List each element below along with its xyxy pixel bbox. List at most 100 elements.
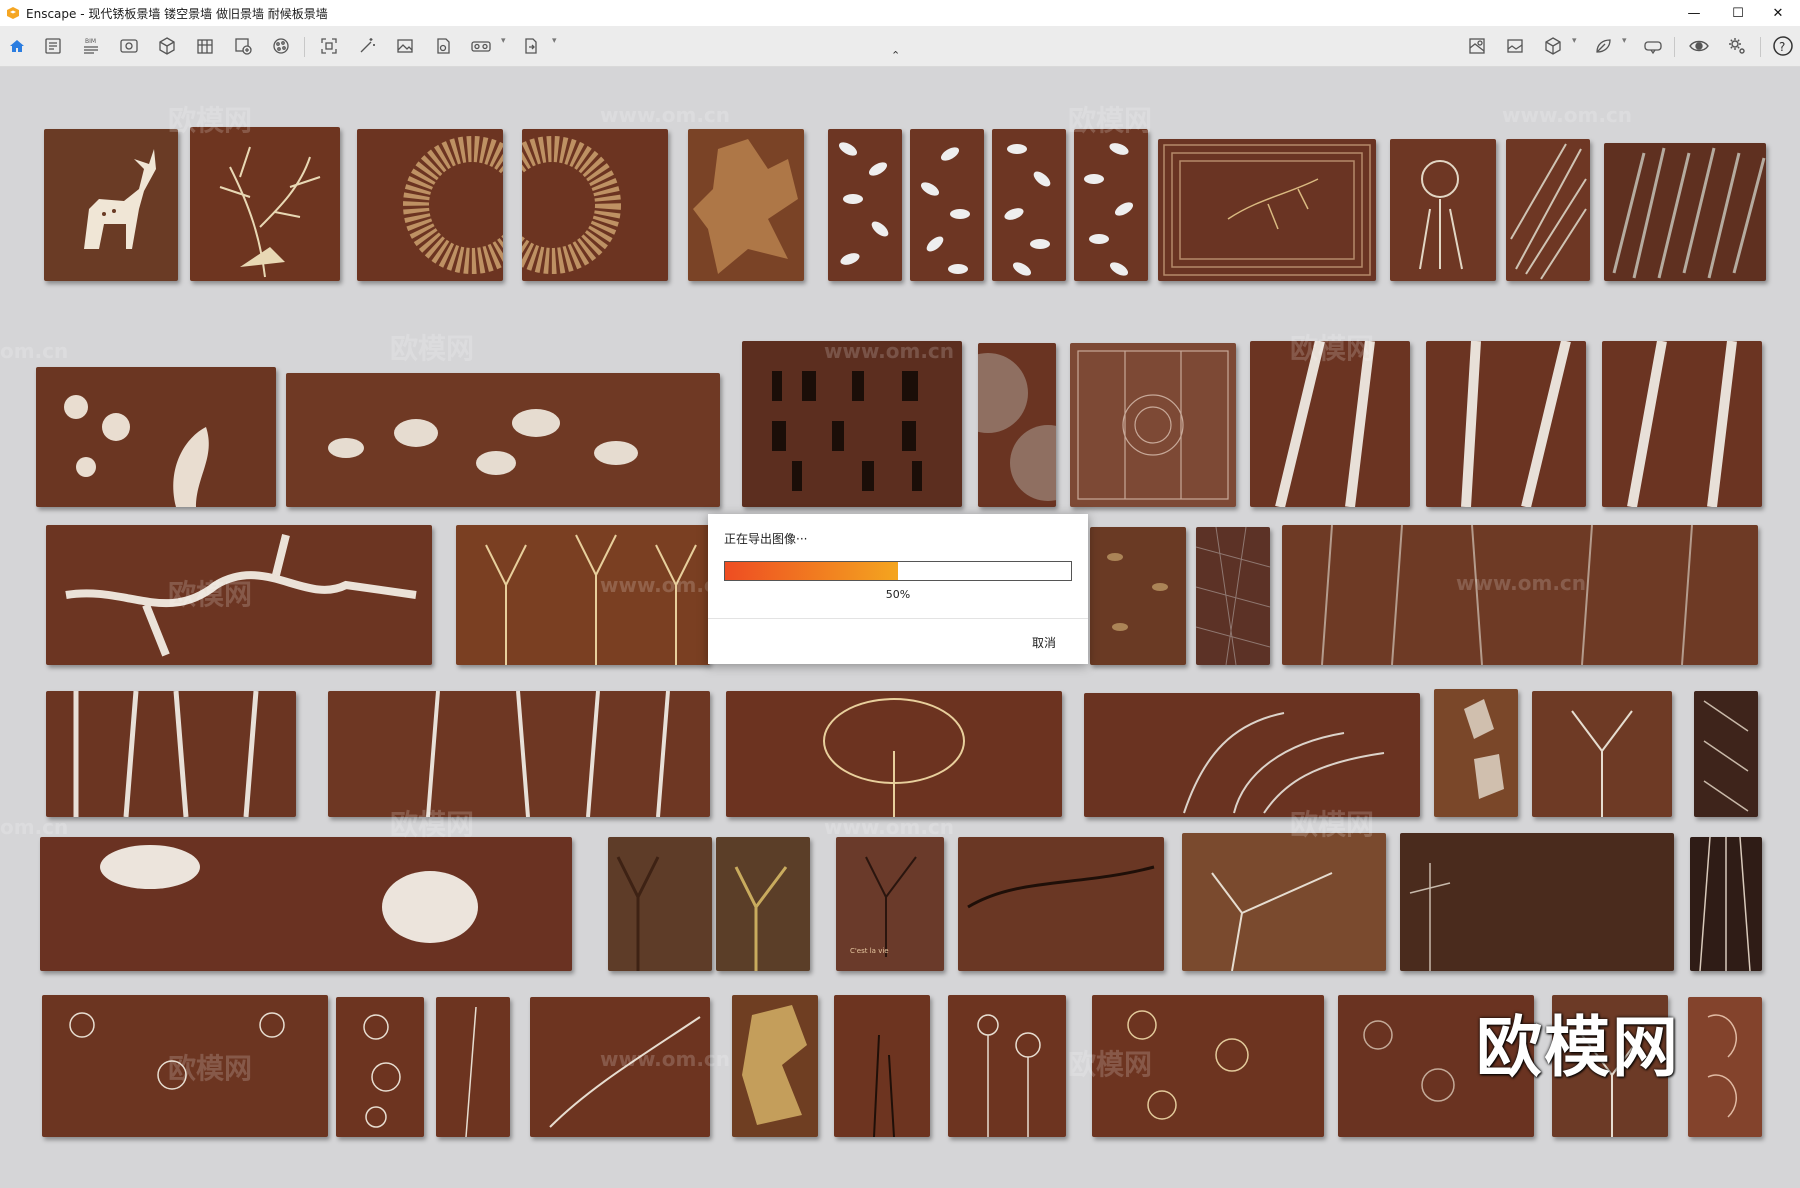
watermark: om.cn	[0, 815, 69, 839]
export-icon	[525, 38, 537, 54]
headset-button[interactable]	[1640, 34, 1666, 58]
panel-stripes	[1604, 143, 1766, 281]
export-dropdown-caret[interactable]: ▾	[552, 36, 557, 46]
home-button[interactable]	[4, 34, 30, 58]
panel-flower-spray	[436, 997, 510, 1137]
view-button[interactable]	[116, 34, 142, 58]
headset-icon	[1644, 41, 1662, 55]
eye-icon	[120, 39, 138, 53]
magic-button[interactable]	[354, 34, 380, 58]
bim-button[interactable]: BIM	[78, 34, 104, 58]
panel-ornament	[1070, 343, 1236, 507]
box-button[interactable]	[1540, 34, 1566, 58]
panel-birches	[46, 691, 296, 817]
panel-birch-set	[328, 691, 710, 817]
batch-button[interactable]	[430, 34, 456, 58]
watermark: 欧模网	[390, 332, 475, 365]
panel-lotus	[1390, 139, 1496, 281]
panel-gold-tree-2	[716, 837, 810, 971]
close-button[interactable]: ✕	[1756, 0, 1800, 26]
title-bar: Enscape - 现代锈板景墙 镂空景墙 做旧景墙 耐候板景墙 — ☐ ✕	[0, 0, 1800, 26]
dialog-title: 正在导出图像···	[724, 532, 808, 546]
panel-leaves-4	[1074, 129, 1148, 281]
toolbar-separator	[1674, 37, 1675, 57]
panel-dark-tree	[1400, 833, 1674, 971]
panel-bamboo-wide	[1282, 525, 1758, 665]
bim-label: BIM	[85, 38, 96, 45]
vr-button[interactable]	[468, 34, 494, 58]
progress-percent: 50%	[885, 588, 911, 601]
leaf-icon	[1596, 39, 1611, 53]
panel-lattice	[1196, 527, 1270, 665]
panel-dark-branches	[1690, 837, 1762, 971]
help-button[interactable]: ?	[1770, 34, 1796, 58]
material-icon	[273, 38, 289, 54]
asset-library-icon	[197, 39, 213, 54]
brand-watermark: 欧模网	[1476, 1009, 1680, 1086]
panel-leaves-2	[910, 129, 984, 281]
magic-icon	[360, 38, 375, 53]
dialog-divider	[708, 618, 1088, 619]
panel-dandelion-field	[42, 995, 328, 1137]
screenshot-button[interactable]	[316, 34, 342, 58]
screenshot-icon	[321, 38, 337, 54]
panel-split-tree	[608, 837, 712, 971]
panel-leaf-circle-left	[357, 129, 503, 281]
document-button[interactable]	[40, 34, 66, 58]
document-icon	[45, 38, 61, 54]
panel-leaf-pattern	[1090, 527, 1186, 665]
panel-paisley	[1688, 997, 1762, 1137]
panel-maple	[688, 129, 804, 281]
export-progress-dialog: 正在导出图像··· 50% 取消	[708, 514, 1088, 664]
panel-dark-pattern	[1694, 691, 1758, 817]
panel-script-text: C'est la vie	[850, 947, 889, 955]
visibility-icon	[1689, 40, 1709, 52]
export-button[interactable]	[518, 34, 544, 58]
material-button[interactable]	[268, 34, 294, 58]
panel-grid-frame	[1158, 139, 1376, 281]
toolbar-separator	[1760, 37, 1761, 57]
panel-palm	[1506, 139, 1590, 281]
cancel-button[interactable]: 取消	[1032, 634, 1056, 651]
panel-chrysanthemum	[336, 997, 424, 1137]
panel-gold-trees	[456, 525, 710, 665]
panel-dandelion-white	[948, 995, 1066, 1137]
settings-button[interactable]	[1724, 34, 1750, 58]
gallery-button[interactable]	[1502, 34, 1528, 58]
maximize-button[interactable]: ☐	[1716, 0, 1760, 26]
panel-cest-la-vie: C'est la vie	[836, 837, 944, 971]
box-icon	[1545, 37, 1561, 55]
leaf-button[interactable]	[1590, 34, 1616, 58]
panel-birds	[958, 837, 1164, 971]
panel-silhouettes	[742, 341, 962, 507]
add-asset-button[interactable]	[230, 34, 256, 58]
watermark: www.om.cn	[824, 815, 955, 839]
visibility-button[interactable]	[1686, 34, 1712, 58]
panel-bamboo-2	[1426, 341, 1586, 507]
box-dropdown-caret[interactable]: ▾	[1572, 36, 1577, 46]
image-button[interactable]	[392, 34, 418, 58]
toolbar-separator	[304, 37, 305, 57]
image-icon	[397, 39, 413, 53]
progress-bar	[724, 561, 1072, 581]
window-title: Enscape - 现代锈板景墙 镂空景墙 做旧景墙 耐候板景墙	[26, 6, 328, 21]
panel-coral-branch	[46, 525, 432, 665]
leaf-dropdown-caret[interactable]: ▾	[1622, 36, 1627, 46]
bim-icon: BIM	[84, 38, 98, 54]
panel-branch-figure	[190, 127, 340, 281]
cube-view-button[interactable]	[154, 34, 180, 58]
asset-library-button[interactable]	[192, 34, 218, 58]
watermark: www.om.cn	[600, 103, 731, 127]
vr-dropdown-caret[interactable]: ▾	[501, 36, 506, 46]
settings-icon	[1729, 38, 1745, 54]
panel-dandelions	[834, 995, 930, 1137]
minimize-button[interactable]: —	[1672, 0, 1716, 26]
add-asset-icon	[235, 38, 252, 55]
panel-big-tree	[726, 691, 1062, 817]
watermark: www.om.cn	[1502, 103, 1633, 127]
help-label: ?	[1779, 40, 1785, 54]
panel-leaves-1	[828, 129, 902, 281]
map-button[interactable]	[1464, 34, 1490, 58]
cube-view-icon	[159, 37, 175, 55]
collapse-toolbar-button[interactable]: ⌃	[891, 49, 900, 62]
